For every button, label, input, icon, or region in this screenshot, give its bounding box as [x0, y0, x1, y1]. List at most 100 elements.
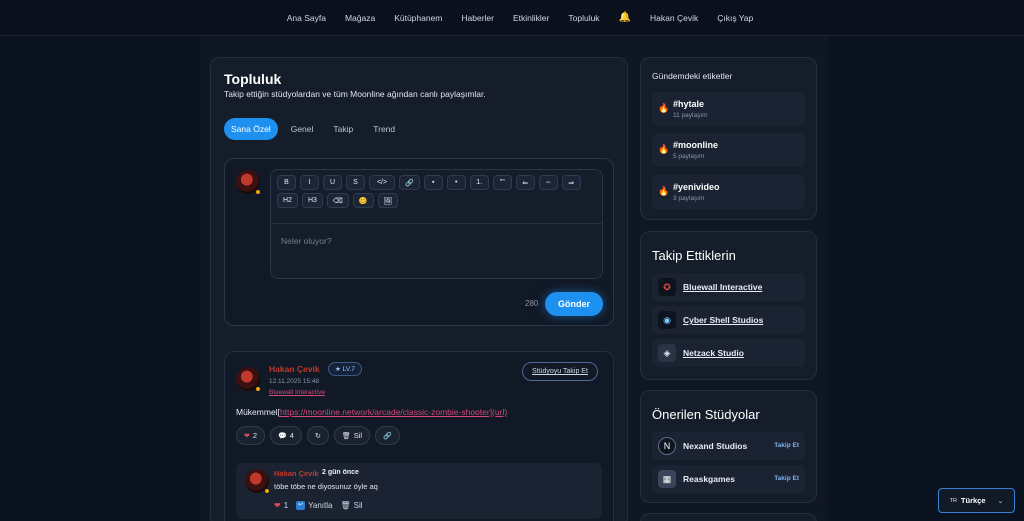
ordered-list-button[interactable]: 1. — [469, 175, 489, 190]
level-badge: ★ LV.7 — [328, 362, 362, 376]
nav-community[interactable]: Topluluk — [568, 13, 599, 23]
bold-button[interactable]: B — [277, 175, 296, 190]
status-dot — [264, 488, 270, 494]
tag-name: #moonline — [673, 140, 719, 150]
emoji-icon[interactable]: 😊 — [352, 193, 374, 208]
trash-icon: 🗑 — [341, 432, 351, 440]
studio-name: Reaskgames — [683, 474, 735, 484]
link-icon: 🔗 — [383, 432, 392, 440]
image-icon[interactable]: 🖼 — [377, 193, 399, 208]
language-label: Türkçe — [960, 496, 986, 505]
post-actions: ❤ 2 💬 4 ↻ 🗑 Sil 🔗 — [236, 426, 400, 445]
reply-icon: ↩ — [296, 501, 306, 510]
post-author[interactable]: Hakan Çevik — [269, 364, 320, 374]
nav-library[interactable]: Kütüphanem — [394, 13, 442, 23]
align-left-button[interactable]: ⇐ — [515, 175, 535, 190]
reply-like-button[interactable]: ❤ 1 — [274, 501, 288, 510]
nav-store[interactable]: Mağaza — [345, 13, 375, 23]
page-title: Topluluk — [224, 71, 282, 87]
following-studio-item[interactable]: ◈ Netzack Studio — [652, 339, 805, 367]
bullet-list-button[interactable]: • — [446, 175, 466, 190]
delete-label: Sil — [353, 431, 363, 440]
tab-general[interactable]: Genel — [284, 118, 321, 140]
fire-icon: 🔥 — [658, 186, 670, 196]
align-right-button[interactable]: ⇒ — [561, 175, 581, 190]
studio-name: Bluewall Interactive — [683, 282, 763, 292]
tag-count: 11 paylaşım — [673, 112, 708, 119]
nav-user[interactable]: Hakan Çevik — [650, 13, 698, 23]
reply-button[interactable]: ↩ Yanıtla — [296, 501, 332, 510]
comment-icon: 💬 — [278, 432, 287, 440]
align-center-button[interactable]: ⇔ — [538, 175, 558, 190]
refresh-icon: ↻ — [314, 432, 321, 440]
share-link-button[interactable]: 🔗 — [375, 426, 400, 445]
rich-text-editor: B I U S </> 🔗 ▪ • 1. "" ⇐ ⇔ ⇒ H2 H3 ⌫ 😊 … — [270, 169, 603, 279]
nav-events[interactable]: Etkinlikler — [513, 13, 549, 23]
quote-button[interactable]: "" — [492, 175, 512, 190]
follow-button[interactable]: Takip Et — [774, 475, 799, 482]
following-title: Takip Ettiklerin — [652, 248, 736, 263]
like-button[interactable]: ❤ 2 — [236, 426, 266, 445]
tag-item[interactable]: 🔥 #yenivideo 3 paylaşım — [652, 175, 805, 209]
fire-icon: 🔥 — [658, 103, 670, 113]
more-card — [640, 513, 817, 521]
fire-icon: 🔥 — [658, 144, 670, 154]
tab-for-you[interactable]: Sana Özel — [224, 118, 278, 140]
clear-format-button[interactable]: ⌫ — [326, 193, 349, 208]
tag-name: #yenivideo — [673, 182, 720, 192]
avatar — [236, 170, 261, 195]
following-studio-item[interactable]: ✪ Bluewall Interactive — [652, 273, 805, 301]
tag-item[interactable]: 🔥 #hytale 11 paylaşım — [652, 92, 805, 126]
follow-studio-button[interactable]: Stüdyoyu Takip Et — [522, 362, 598, 381]
comment-count: 4 — [289, 431, 294, 440]
h3-button[interactable]: H3 — [301, 193, 323, 208]
strike-button[interactable]: S — [346, 175, 365, 190]
repost-button[interactable]: ↻ — [306, 426, 329, 445]
language-selector[interactable]: TR Türkçe ⌄ — [938, 488, 1015, 513]
nav-logout[interactable]: Çıkış Yap — [717, 13, 753, 23]
underline-button[interactable]: U — [323, 175, 342, 190]
page-subtitle: Takip ettiğin stüdyolardan ve tüm Moonli… — [224, 89, 486, 99]
editor-toolbar: B I U S </> 🔗 ▪ • 1. "" ⇐ ⇔ ⇒ H2 H3 ⌫ 😊 … — [277, 175, 599, 208]
comment-button[interactable]: 💬 4 — [270, 426, 302, 445]
editor-text-area[interactable]: Neler oluyor? — [271, 223, 602, 246]
composer-placeholder: Neler oluyor? — [281, 236, 332, 246]
block-button[interactable]: ▪ — [423, 175, 443, 190]
tag-name: #hytale — [673, 99, 705, 109]
code-button[interactable]: </> — [369, 175, 395, 190]
bell-icon[interactable]: 🔔 — [619, 12, 631, 23]
reply-delete-label: Sil — [353, 501, 363, 510]
char-counter: 280 — [525, 299, 539, 308]
post-date: 12.11.2025 15:48 — [269, 378, 320, 385]
post-link[interactable]: https://moonline.network/arcade/classic-… — [280, 407, 507, 417]
nav-news[interactable]: Haberler — [461, 13, 494, 23]
reply-delete-button[interactable]: 🗑 Sil — [340, 501, 362, 510]
studio-logo: ▦ — [658, 470, 676, 488]
status-dot — [255, 386, 261, 392]
link-icon[interactable]: 🔗 — [399, 175, 420, 190]
tag-item[interactable]: 🔥 #moonline 5 paylaşım — [652, 133, 805, 167]
follow-button[interactable]: Takip Et — [774, 442, 799, 449]
post-studio-link[interactable]: Bluewall Interactive — [269, 389, 325, 396]
tag-count: 5 paylaşım — [673, 153, 705, 160]
following-studio-item[interactable]: ◉ Cyber Shell Studios — [652, 306, 805, 334]
following-card: Takip Ettiklerin ✪ Bluewall Interactive … — [640, 231, 817, 380]
italic-button[interactable]: I — [300, 175, 319, 190]
delete-button[interactable]: 🗑 Sil — [333, 426, 371, 445]
heart-icon: ❤ — [274, 501, 281, 510]
reply-label: Yanıtla — [308, 501, 333, 510]
nav-home[interactable]: Ana Sayfa — [287, 13, 326, 23]
recommended-studio-item: N Nexand Studios Takip Et — [652, 432, 805, 460]
send-button[interactable]: Gönder — [545, 292, 603, 316]
post-avatar — [236, 367, 261, 392]
studio-logo: ◈ — [658, 344, 676, 362]
h2-button[interactable]: H2 — [277, 193, 298, 208]
trending-title: Gündemdeki etiketler — [652, 71, 733, 81]
tab-trend[interactable]: Trend — [366, 118, 402, 140]
trash-icon: 🗑 — [340, 501, 351, 510]
tab-following[interactable]: Takip — [326, 118, 360, 140]
heart-icon: ❤ — [244, 432, 250, 440]
recommended-studio-item: ▦ Reaskgames Takip Et — [652, 465, 805, 493]
reply-author[interactable]: Hakan Çevik — [274, 469, 319, 478]
studio-name: Netzack Studio — [683, 348, 744, 358]
